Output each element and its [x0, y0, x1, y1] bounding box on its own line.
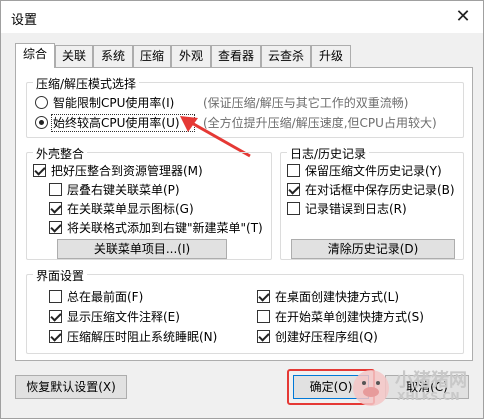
checkbox[interactable]: [287, 183, 300, 196]
checkbox-label: 保留压缩文件历史记录(Y): [305, 164, 442, 178]
desktop-shortcut-checkbox[interactable]: 在桌面创建快捷方式(L): [257, 289, 457, 305]
checkbox-label: 在桌面创建快捷方式(L): [275, 290, 400, 304]
cpu-smart-radio[interactable]: [35, 96, 48, 109]
watermark-domain: XHLKS.CN: [397, 390, 460, 403]
checkbox-label: 在关联菜单显示图标(G): [67, 202, 194, 216]
history-group: 日志/历史记录 保留压缩文件历史记录(Y) 在对话框中保存历史记录(B) 记录错…: [280, 145, 464, 260]
interface-group: 界面设置 总在最前面(F) 显示压缩文件注释(E) 压缩解压时阻止系统睡眠(N)…: [26, 267, 464, 354]
dialog-history-checkbox[interactable]: 在对话框中保存历史记录(B): [287, 182, 459, 198]
checkbox-label: 创建好压程序组(Q): [275, 330, 378, 344]
startmenu-shortcut-checkbox[interactable]: 在开始菜单创建快捷方式(S): [257, 309, 457, 325]
cpu-smart-label: 智能限制CPU使用率(I): [53, 96, 175, 110]
restore-defaults-button[interactable]: 恢复默认设置(X): [15, 375, 127, 399]
checkbox-label: 层叠右键关联菜单(P): [67, 183, 180, 197]
interface-legend: 界面设置: [33, 267, 88, 284]
always-on-top-checkbox[interactable]: 总在最前面(F): [49, 289, 239, 305]
tab-association[interactable]: 关联: [55, 45, 93, 67]
checkbox[interactable]: [257, 310, 270, 323]
checkbox-label: 在开始菜单创建快捷方式(S): [275, 310, 424, 324]
prevent-sleep-checkbox[interactable]: 压缩解压时阻止系统睡眠(N): [49, 329, 239, 345]
checkbox-label: 压缩解压时阻止系统睡眠(N): [67, 330, 218, 344]
cpu-smart-hint: (保证压缩/解压与其它工作的双重流畅): [203, 96, 409, 110]
checkbox[interactable]: [49, 183, 62, 196]
settings-panel: 压缩/解压模式选择 智能限制CPU使用率(I) (保证压缩/解压与其它工作的双重…: [15, 67, 473, 361]
tab-compress[interactable]: 压缩: [133, 45, 171, 67]
settings-window: 设置 ✕ 综合 关联 系统 压缩 外观 查看器 云查杀 升级 压缩/解压模式选择…: [0, 0, 484, 419]
checkbox[interactable]: [257, 330, 270, 343]
checkbox[interactable]: [287, 202, 300, 215]
watermark-text: 小猪猪网: [395, 370, 467, 391]
tab-viewer[interactable]: 查看器: [211, 45, 261, 67]
checkbox[interactable]: [49, 330, 62, 343]
history-legend: 日志/历史记录: [287, 145, 370, 162]
shell-cascade-checkbox[interactable]: 层叠右键关联菜单(P): [49, 182, 269, 198]
focus-rectangle: [51, 114, 195, 132]
tab-general[interactable]: 综合: [15, 43, 55, 68]
checkbox[interactable]: [49, 310, 62, 323]
show-comment-checkbox[interactable]: 显示压缩文件注释(E): [49, 309, 239, 325]
shell-integration-group: 外壳整合 把好压整合到资源管理器(M) 层叠右键关联菜单(P) 在关联菜单显示图…: [26, 145, 272, 260]
shell-newmenu-checkbox[interactable]: 将关联格式添加到右键"新建菜单"(T): [49, 220, 269, 236]
shell-integrate-checkbox[interactable]: 把好压整合到资源管理器(M): [33, 163, 263, 179]
error-log-checkbox[interactable]: 记录错误到日志(R): [287, 201, 459, 217]
checkbox-label: 在对话框中保存历史记录(B): [305, 183, 455, 197]
close-icon[interactable]: ✕: [453, 7, 473, 27]
checkbox-label: 将关联格式添加到右键"新建菜单"(T): [67, 221, 263, 235]
shell-integration-legend: 外壳整合: [33, 145, 88, 162]
association-menu-button[interactable]: 关联菜单项目...(I): [57, 239, 227, 259]
program-group-checkbox[interactable]: 创建好压程序组(Q): [257, 329, 457, 345]
clear-history-button[interactable]: 清除历史记录(D): [291, 239, 455, 259]
checkbox[interactable]: [287, 164, 300, 177]
cpu-high-radio[interactable]: [35, 116, 48, 129]
window-title: 设置: [11, 13, 38, 28]
checkbox-label: 记录错误到日志(R): [305, 202, 407, 216]
title-bar: 设置 ✕: [1, 1, 483, 33]
checkbox-label: 显示压缩文件注释(E): [67, 310, 180, 324]
checkbox[interactable]: [49, 221, 62, 234]
tab-upgrade[interactable]: 升级: [311, 45, 351, 67]
checkbox[interactable]: [33, 164, 46, 177]
checkbox[interactable]: [49, 290, 62, 303]
compress-mode-legend: 压缩/解压模式选择: [33, 75, 140, 92]
tab-cloud-scan[interactable]: 云查杀: [261, 45, 311, 67]
checkbox[interactable]: [257, 290, 270, 303]
pig-logo-icon: [353, 370, 389, 406]
keep-archive-history-checkbox[interactable]: 保留压缩文件历史记录(Y): [287, 163, 459, 179]
site-watermark: 小猪猪网 XHLKS.CN: [347, 360, 477, 416]
checkbox-label: 把好压整合到资源管理器(M): [51, 164, 203, 178]
checkbox[interactable]: [49, 202, 62, 215]
tab-system[interactable]: 系统: [93, 45, 133, 67]
cpu-smart-option[interactable]: 智能限制CPU使用率(I) (保证压缩/解压与其它工作的双重流畅): [35, 95, 455, 111]
tab-appearance[interactable]: 外观: [171, 45, 211, 67]
checkbox-label: 总在最前面(F): [67, 290, 144, 304]
shell-icons-checkbox[interactable]: 在关联菜单显示图标(G): [49, 201, 269, 217]
